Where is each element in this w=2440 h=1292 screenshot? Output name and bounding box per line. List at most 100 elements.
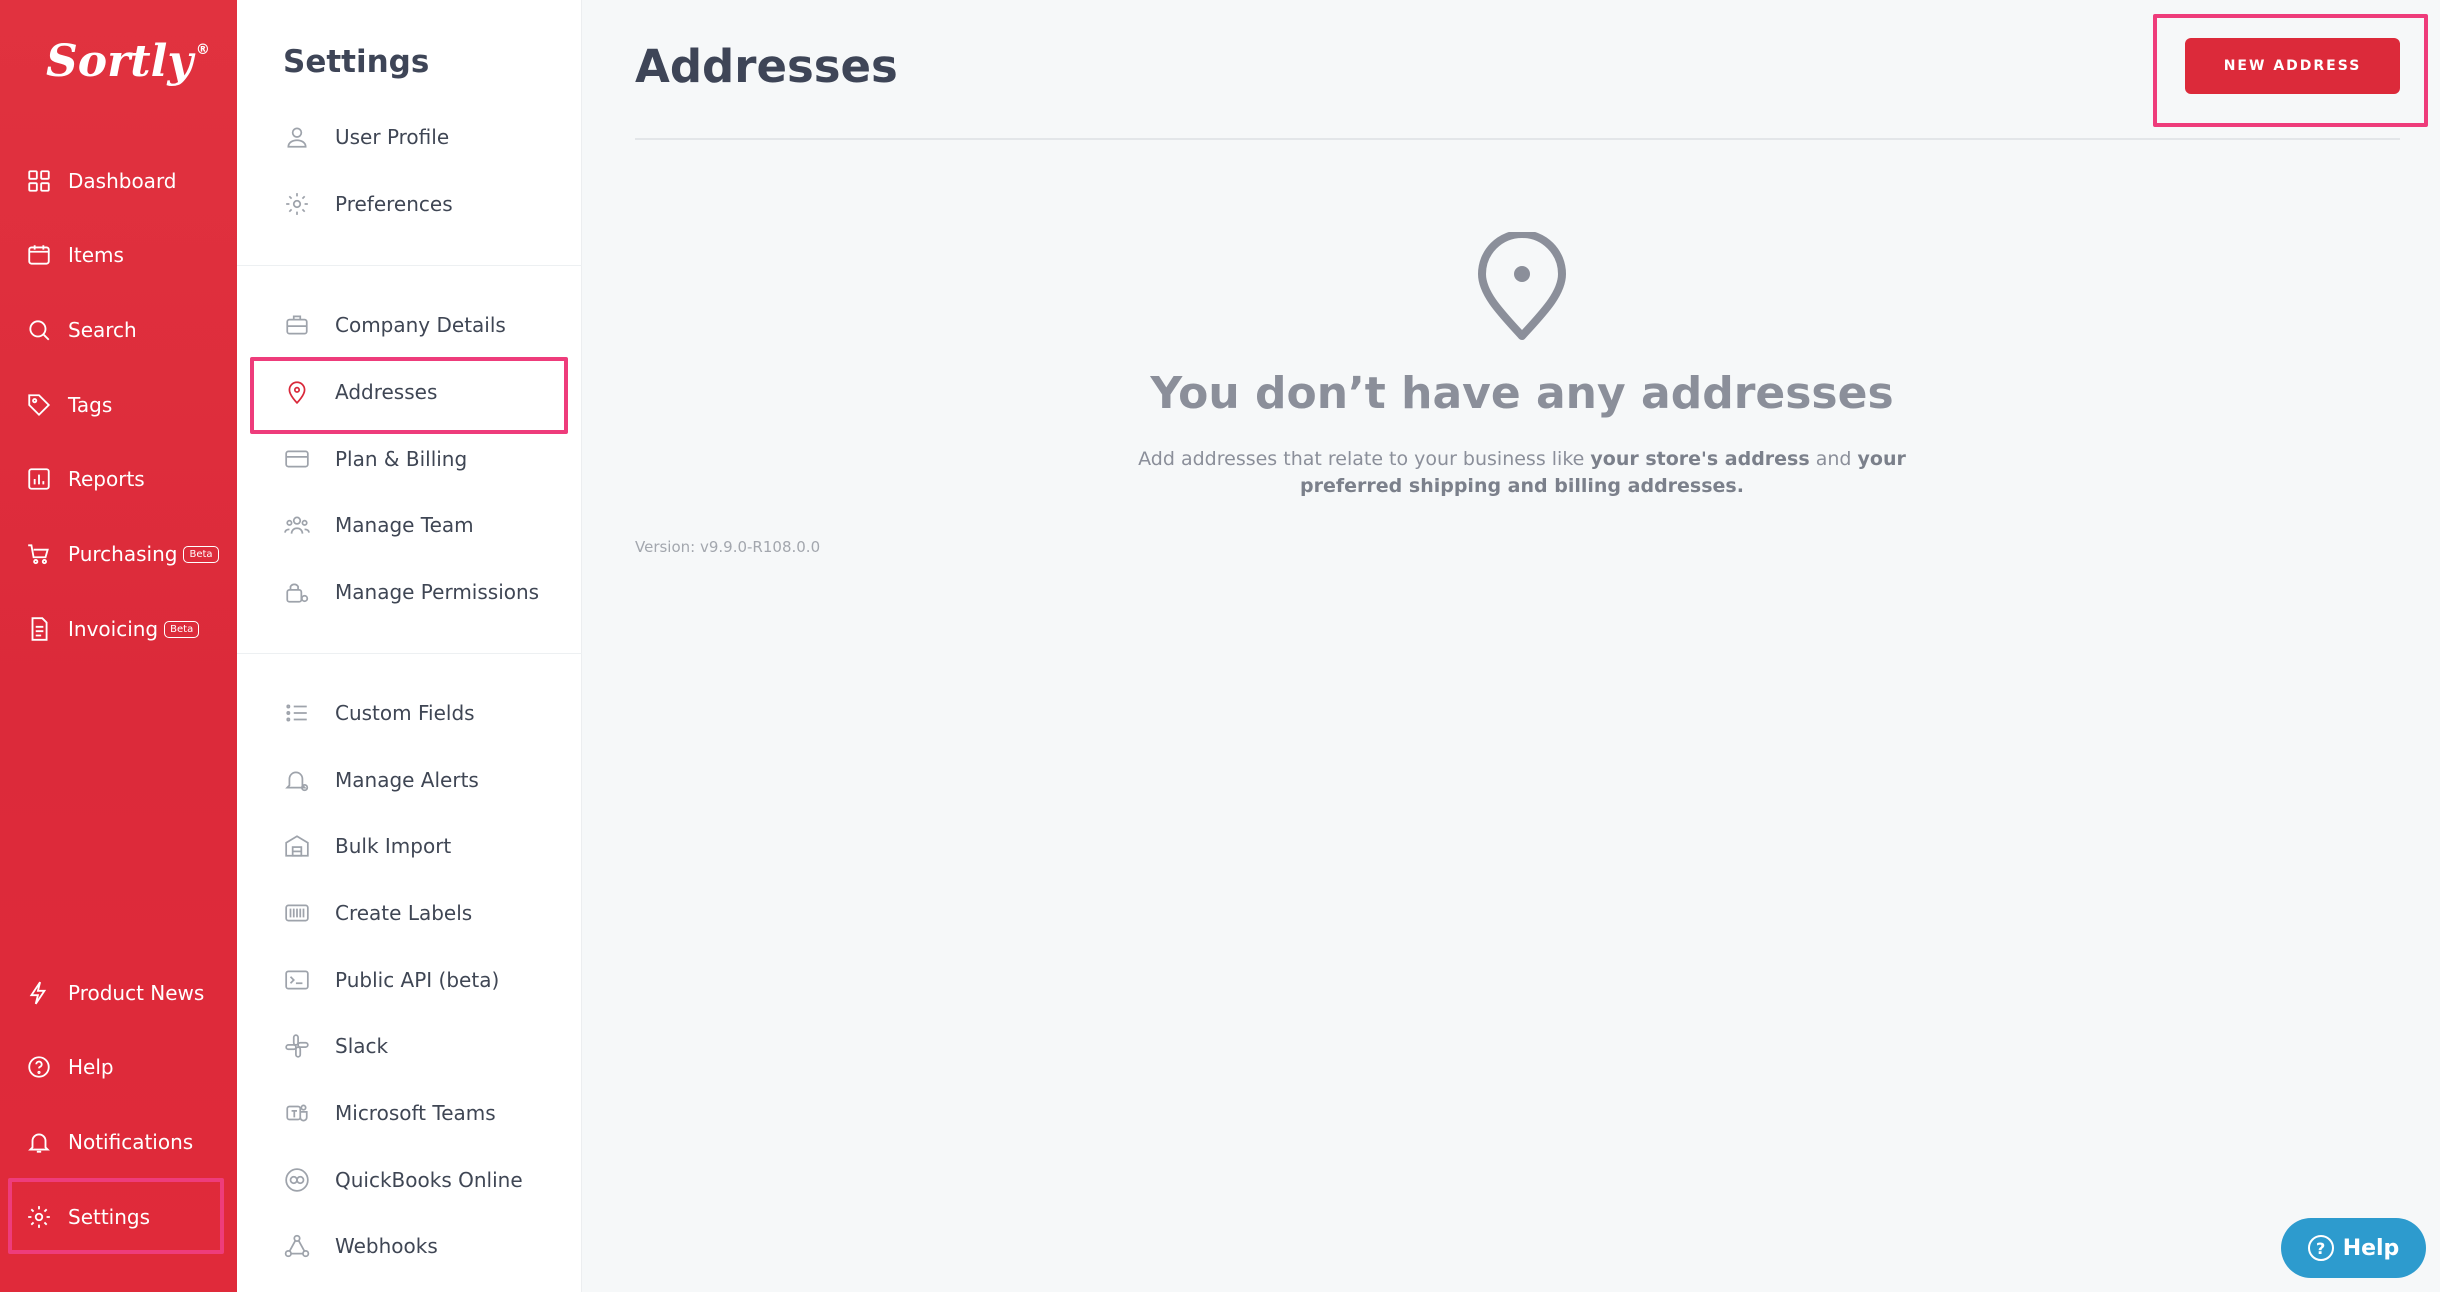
settings-item-microsoft-teams[interactable]: Microsoft Teams xyxy=(237,1091,582,1135)
nav-item-notifications[interactable]: Notifications xyxy=(0,1120,237,1164)
settings-item-label: Manage Team xyxy=(335,513,474,537)
settings-item-company-details[interactable]: Company Details xyxy=(237,303,582,347)
settings-item-quickbooks[interactable]: QuickBooks Online xyxy=(237,1158,582,1202)
bar-chart-icon xyxy=(26,466,52,492)
settings-item-plan-billing[interactable]: Plan & Billing xyxy=(237,437,582,481)
nav-item-settings[interactable]: Settings xyxy=(0,1195,237,1239)
microsoft-teams-icon xyxy=(283,1099,311,1127)
cart-icon xyxy=(26,541,52,567)
gear-icon xyxy=(283,190,311,218)
nav-item-product-news[interactable]: Product News xyxy=(0,971,237,1015)
help-widget-button[interactable]: ? Help xyxy=(2281,1218,2426,1278)
gear-icon xyxy=(26,1204,52,1230)
beta-badge: Beta xyxy=(164,620,200,638)
location-pin-icon xyxy=(1472,230,1572,342)
nav-label: Product News xyxy=(68,981,205,1005)
settings-divider xyxy=(237,265,582,266)
bolt-icon xyxy=(26,980,52,1006)
settings-item-label: Microsoft Teams xyxy=(335,1101,496,1125)
nav-label: Items xyxy=(68,243,124,267)
empty-state-description: Add addresses that relate to your busine… xyxy=(1122,446,1922,500)
settings-item-bulk-import[interactable]: Bulk Import xyxy=(237,824,582,868)
settings-item-preferences[interactable]: Preferences xyxy=(237,182,582,226)
beta-badge: Beta xyxy=(183,545,219,563)
nav-label: Invoicing xyxy=(68,617,159,641)
sortly-logo[interactable]: Sortly ® xyxy=(46,36,210,87)
settings-item-label: Plan & Billing xyxy=(335,447,468,471)
settings-panel: Settings User Profile Preferences Compan… xyxy=(237,0,582,1292)
settings-item-label: Company Details xyxy=(335,313,506,337)
nav-label: Purchasing xyxy=(68,542,178,566)
settings-item-label: Public API (beta) xyxy=(335,968,500,992)
dashboard-icon xyxy=(26,168,52,194)
settings-item-label: Create Labels xyxy=(335,901,473,925)
nav-label: Reports xyxy=(68,467,145,491)
new-address-button[interactable]: NEW ADDRESS xyxy=(2185,38,2400,94)
barcode-icon xyxy=(283,899,311,927)
empty-state-title: You don’t have any addresses xyxy=(1150,368,1894,419)
nav-item-dashboard[interactable]: Dashboard xyxy=(0,159,237,203)
settings-item-addresses[interactable]: Addresses xyxy=(237,370,582,414)
desc-text: Add addresses that relate to your busine… xyxy=(1138,448,1591,470)
version-label: Version: v9.9.0-R108.0.0 xyxy=(635,538,821,556)
nav-label: Tags xyxy=(68,393,113,417)
slack-icon xyxy=(283,1032,311,1060)
nav-item-help[interactable]: Help xyxy=(0,1045,237,1089)
settings-item-user-profile[interactable]: User Profile xyxy=(237,115,582,159)
invoice-icon xyxy=(26,616,52,642)
desc-bold: your store's address xyxy=(1590,448,1810,470)
settings-item-label: Custom Fields xyxy=(335,701,475,725)
nav-item-invoicing[interactable]: Invoicing Beta xyxy=(0,607,237,651)
nav-item-reports[interactable]: Reports xyxy=(0,457,237,501)
webhook-icon xyxy=(283,1232,311,1260)
settings-item-label: Manage Alerts xyxy=(335,768,479,792)
desc-text: and xyxy=(1809,448,1858,470)
settings-item-public-api[interactable]: Public API (beta) xyxy=(237,958,582,1002)
folder-icon xyxy=(26,242,52,268)
nav-label: Settings xyxy=(68,1205,151,1229)
team-icon xyxy=(283,511,311,539)
help-icon: ? xyxy=(2307,1235,2334,1261)
search-icon xyxy=(26,317,52,343)
settings-item-label: Slack xyxy=(335,1034,389,1058)
settings-item-label: Bulk Import xyxy=(335,834,452,858)
nav-item-items[interactable]: Items xyxy=(0,233,237,277)
settings-item-manage-team[interactable]: Manage Team xyxy=(237,503,582,547)
nav-item-search[interactable]: Search xyxy=(0,308,237,352)
settings-item-create-labels[interactable]: Create Labels xyxy=(237,891,582,935)
list-icon xyxy=(283,699,311,727)
bell-gear-icon xyxy=(283,766,311,794)
settings-item-label: Addresses xyxy=(335,380,438,404)
settings-item-label: Preferences xyxy=(335,192,453,216)
nav-label: Search xyxy=(68,318,137,342)
settings-item-label: Webhooks xyxy=(335,1234,438,1258)
settings-item-manage-permissions[interactable]: Manage Permissions xyxy=(237,570,582,614)
credit-card-icon xyxy=(283,445,311,473)
settings-item-webhooks[interactable]: Webhooks xyxy=(237,1224,582,1268)
nav-label: Notifications xyxy=(68,1130,194,1154)
help-widget-label: Help xyxy=(2342,1235,2400,1261)
nav-label: Dashboard xyxy=(68,169,177,193)
nav-label: Help xyxy=(68,1055,114,1079)
settings-divider xyxy=(237,653,582,654)
logo-text: Sortly xyxy=(46,36,193,87)
settings-item-label: User Profile xyxy=(335,125,450,149)
main-sidebar: Sortly ® Dashboard Items Search Tags Repo… xyxy=(0,0,237,1292)
nav-item-purchasing[interactable]: Purchasing Beta xyxy=(0,532,237,576)
settings-item-manage-alerts[interactable]: Manage Alerts xyxy=(237,758,582,802)
quickbooks-icon xyxy=(283,1166,311,1194)
warehouse-icon xyxy=(283,832,311,860)
settings-item-slack[interactable]: Slack xyxy=(237,1024,582,1068)
briefcase-icon xyxy=(283,311,311,339)
main-content: Addresses NEW ADDRESS You don’t have any… xyxy=(582,0,2440,1292)
nav-item-tags[interactable]: Tags xyxy=(0,383,237,427)
page-title: Addresses xyxy=(635,40,898,93)
tag-icon xyxy=(26,392,52,418)
bell-icon xyxy=(26,1129,52,1155)
settings-item-label: Manage Permissions xyxy=(335,580,540,604)
settings-item-custom-fields[interactable]: Custom Fields xyxy=(237,691,582,735)
terminal-icon xyxy=(283,966,311,994)
logo-registered-mark: ® xyxy=(195,42,210,58)
user-icon xyxy=(283,123,311,151)
settings-title: Settings xyxy=(283,44,430,80)
